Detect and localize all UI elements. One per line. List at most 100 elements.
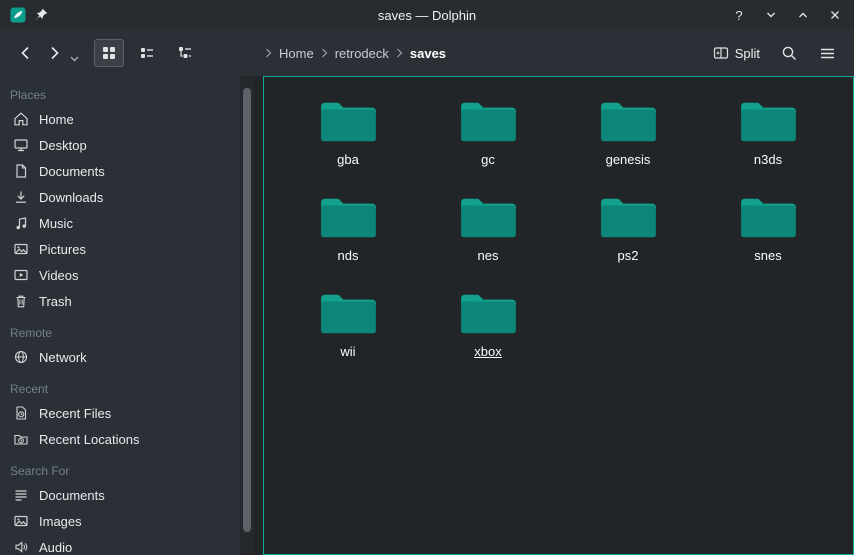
folder-item-ps2[interactable]: ps2 (558, 193, 698, 289)
folder-label: snes (754, 248, 781, 263)
folder-item-xbox[interactable]: xbox (418, 289, 558, 385)
image-icon (13, 513, 29, 529)
sidebar-item-label: Trash (39, 294, 72, 309)
folder-icon (317, 193, 379, 243)
maximize-button[interactable] (792, 4, 814, 26)
dolphin-window: saves — Dolphin ? (0, 0, 854, 555)
video-icon (13, 267, 29, 283)
sidebar-item-search-documents[interactable]: Documents (0, 482, 240, 508)
folder-label: gc (481, 152, 495, 167)
back-button[interactable] (12, 38, 40, 68)
folder-item-nes[interactable]: nes (418, 193, 558, 289)
hamburger-menu-button[interactable] (812, 38, 842, 68)
sidebar-scrollbar-thumb[interactable] (243, 88, 251, 532)
sidebar-item-trash[interactable]: Trash (0, 288, 240, 314)
sidebar-item-downloads[interactable]: Downloads (0, 184, 240, 210)
folder-item-gba[interactable]: gba (278, 97, 418, 193)
folder-icon (597, 193, 659, 243)
folder-label: ps2 (618, 248, 639, 263)
sidebar-item-label: Recent Locations (39, 432, 139, 447)
home-icon (13, 111, 29, 127)
breadcrumb-item-home[interactable]: Home (279, 46, 314, 61)
sidebar-item-pictures[interactable]: Pictures (0, 236, 240, 262)
sidebar-item-label: Documents (39, 164, 105, 179)
sidebar-scrollbar-track[interactable] (240, 76, 254, 555)
history-dropdown-icon[interactable] (68, 38, 80, 68)
sidebar-item-home[interactable]: Home (0, 106, 240, 132)
sidebar-item-search-audio[interactable]: Audio (0, 534, 240, 555)
folder-icon (597, 97, 659, 147)
breadcrumb-item-saves[interactable]: saves (410, 46, 446, 61)
folder-icon (457, 193, 519, 243)
sidebar-item-music[interactable]: Music (0, 210, 240, 236)
image-icon (13, 241, 29, 257)
folder-label: gba (337, 152, 359, 167)
speaker-icon (13, 539, 29, 555)
sidebar-item-label: Home (39, 112, 74, 127)
folder-label: n3ds (754, 152, 782, 167)
split-button[interactable]: Split (707, 38, 766, 68)
breadcrumb-item-retrodeck[interactable]: retrodeck (335, 46, 389, 61)
sidebar-item-documents[interactable]: Documents (0, 158, 240, 184)
sidebar-item-desktop[interactable]: Desktop (0, 132, 240, 158)
sidebar-item-recent-locations[interactable]: Recent Locations (0, 426, 240, 452)
places-panel: Places Home Desktop Documents Downloads … (0, 76, 240, 555)
folder-grid: gba gc genesis n3ds nds nes (278, 97, 838, 385)
folder-label: wii (340, 344, 355, 359)
folder-item-snes[interactable]: snes (698, 193, 838, 289)
folder-label: nes (478, 248, 499, 263)
breadcrumb-chevron-icon (321, 48, 328, 58)
document-icon (13, 163, 29, 179)
folder-icon (737, 193, 799, 243)
sidebar-item-label: Videos (39, 268, 79, 283)
icons-view-button[interactable] (94, 39, 124, 67)
sidebar-item-recent-files[interactable]: Recent Files (0, 400, 240, 426)
toolbar: Home retrodeck saves Split (0, 30, 854, 76)
close-button[interactable] (824, 4, 846, 26)
folder-item-gc[interactable]: gc (418, 97, 558, 193)
sidebar-item-videos[interactable]: Videos (0, 262, 240, 288)
app-icon (10, 7, 26, 23)
section-header-places: Places (0, 84, 240, 106)
folder-item-nds[interactable]: nds (278, 193, 418, 289)
clock-document-icon (13, 405, 29, 421)
folder-icon (317, 289, 379, 339)
folder-item-genesis[interactable]: genesis (558, 97, 698, 193)
folder-item-n3ds[interactable]: n3ds (698, 97, 838, 193)
pin-icon[interactable] (34, 7, 50, 23)
tree-view-button[interactable] (170, 39, 200, 67)
folder-icon (457, 97, 519, 147)
folder-label: nds (338, 248, 359, 263)
details-view-button[interactable] (132, 39, 162, 67)
trash-icon (13, 293, 29, 309)
sidebar-item-label: Network (39, 350, 87, 365)
sidebar-item-label: Audio (39, 540, 72, 555)
sidebar-item-label: Music (39, 216, 73, 231)
section-header-remote: Remote (0, 322, 240, 344)
sidebar-item-label: Images (39, 514, 82, 529)
forward-button[interactable] (40, 38, 68, 68)
titlebar: saves — Dolphin ? (0, 0, 854, 30)
window-title: saves — Dolphin (0, 8, 854, 23)
folder-item-wii[interactable]: wii (278, 289, 418, 385)
download-icon (13, 189, 29, 205)
section-header-search-for: Search For (0, 460, 240, 482)
sidebar-item-search-images[interactable]: Images (0, 508, 240, 534)
clock-folder-icon (13, 431, 29, 447)
search-button[interactable] (774, 38, 804, 68)
folder-icon (737, 97, 799, 147)
breadcrumb-chevron-icon (265, 48, 272, 58)
sidebar-item-label: Recent Files (39, 406, 111, 421)
sidebar-item-label: Desktop (39, 138, 87, 153)
sidebar-item-label: Documents (39, 488, 105, 503)
breadcrumb-chevron-icon (396, 48, 403, 58)
folder-label: xbox (474, 344, 501, 359)
minimize-button[interactable] (760, 4, 782, 26)
folder-icon (457, 289, 519, 339)
sidebar-item-network[interactable]: Network (0, 344, 240, 370)
view-mode-group (94, 39, 200, 67)
folder-view[interactable]: gba gc genesis n3ds nds nes (263, 76, 854, 555)
help-button[interactable]: ? (728, 4, 750, 26)
network-globe-icon (13, 349, 29, 365)
section-header-recent: Recent (0, 378, 240, 400)
